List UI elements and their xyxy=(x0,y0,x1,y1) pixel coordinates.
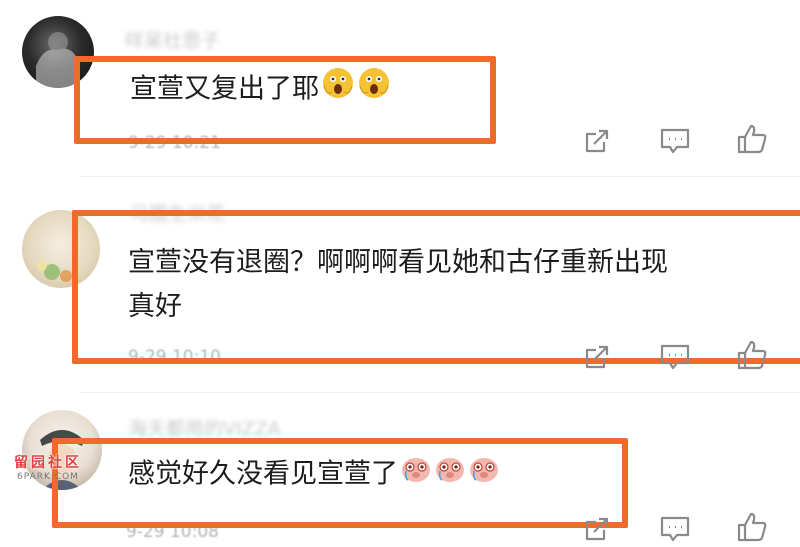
comment-item: 马圈生米花 宣萱没有退圈？啊啊啊看见她和古仔重新出现 真好 9-29 10:10 xyxy=(0,180,800,400)
comment-icon[interactable] xyxy=(658,340,692,374)
watermark-en: 6PARK.COM xyxy=(17,472,79,482)
like-icon[interactable] xyxy=(735,122,769,156)
watermark: 留园社区 6PARK.COM xyxy=(8,452,88,482)
like-icon[interactable] xyxy=(735,338,769,372)
comment-icon[interactable] xyxy=(658,124,692,158)
share-icon[interactable] xyxy=(580,124,614,158)
comment-item: 海天都用的VIZZA 感觉好久没看见宣萱了 9-29 10:08 xyxy=(0,396,800,547)
comment-item: 咩呆社恩子 宣萱又复出了耶 9-29 10:21 xyxy=(0,0,800,180)
username[interactable]: 咩呆社恩子 xyxy=(125,26,220,53)
share-icon[interactable] xyxy=(580,512,614,546)
comment-icon[interactable] xyxy=(658,512,692,546)
username[interactable]: 海天都用的VIZZA xyxy=(128,414,281,441)
share-icon[interactable] xyxy=(580,340,614,374)
like-icon[interactable] xyxy=(735,510,769,544)
divider xyxy=(80,176,800,177)
highlight-box xyxy=(74,56,496,144)
divider xyxy=(80,392,800,393)
watermark-cn: 留园社区 xyxy=(14,455,82,471)
highlight-box xyxy=(52,438,628,528)
